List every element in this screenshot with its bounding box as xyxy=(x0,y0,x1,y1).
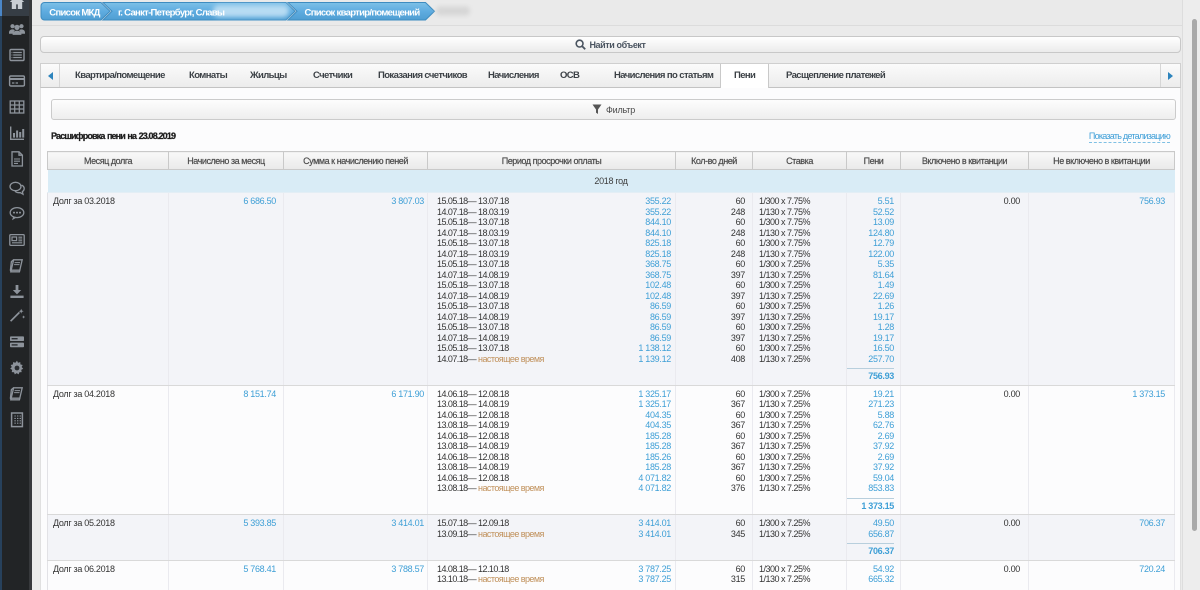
svg-text:г. Санкт-Петербург, Славы: г. Санкт-Петербург, Славы xyxy=(118,8,225,19)
svg-text:Список квартир/помещений: Список квартир/помещений xyxy=(305,8,421,19)
svg-text:Список МКД: Список МКД xyxy=(49,8,100,19)
